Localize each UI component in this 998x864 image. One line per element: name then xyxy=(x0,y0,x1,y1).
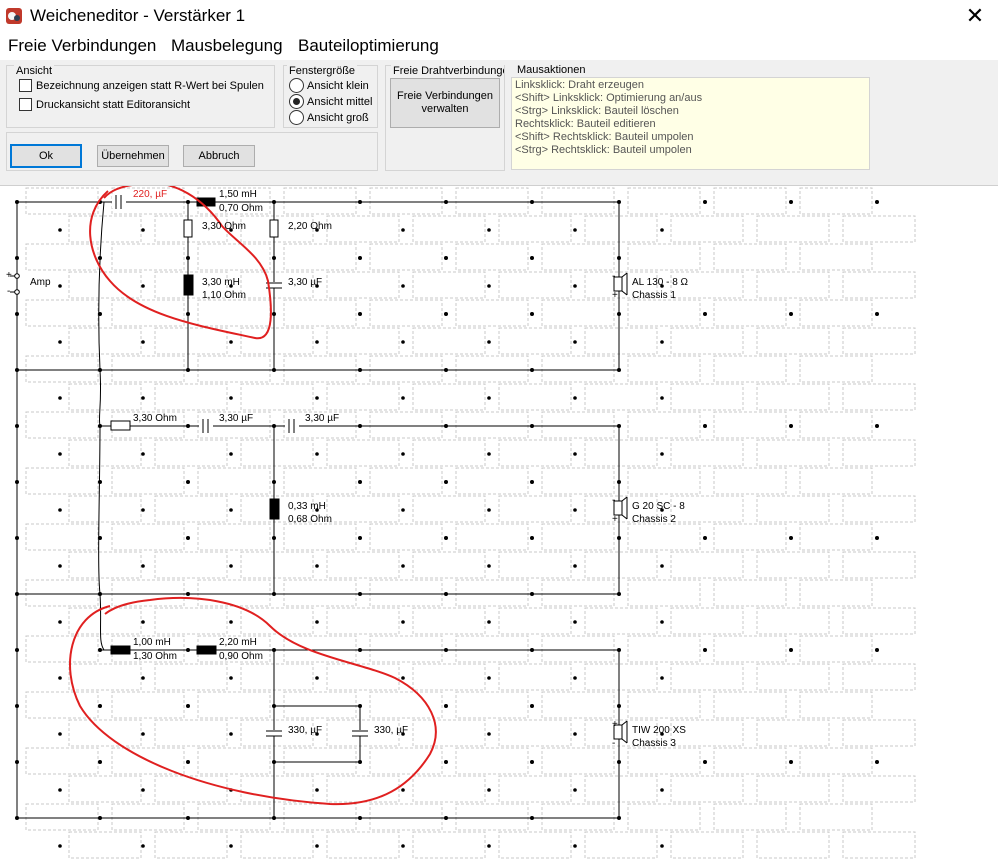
radio-dot[interactable] xyxy=(289,78,304,93)
inductor-l2-value[interactable]: 3,30 mH xyxy=(202,277,240,288)
manage-free-connections-button[interactable]: Freie Verbindungen verwalten xyxy=(390,78,500,128)
inductor-l1-value[interactable]: 1,50 mH xyxy=(219,189,257,200)
mouse-action-line: <Strg> Linksklick: Bauteil löschen xyxy=(515,105,679,117)
speaker-cone xyxy=(621,290,628,296)
apply-button[interactable]: Übernehmen xyxy=(97,145,169,167)
speaker-cone xyxy=(621,738,628,744)
inductor-l4-resistance[interactable]: 1,30 Ohm xyxy=(133,651,177,662)
checkbox-label: Bezeichnung anzeigen statt R-Wert bei Sp… xyxy=(36,79,264,92)
amp-terminal xyxy=(14,289,20,295)
amp-label: Amp xyxy=(30,277,51,288)
inductor-l5-resistance[interactable]: 0,90 Ohm xyxy=(219,651,263,662)
radio-label: Ansicht groß xyxy=(307,111,369,124)
checkbox-box[interactable] xyxy=(19,98,32,111)
capacitor-gap xyxy=(199,420,213,432)
schematic-canvas[interactable]: Amp + - 220, µF 1,50 mH 0,70 Ohm 3,30 Oh… xyxy=(0,186,998,864)
close-button[interactable]: ✕ xyxy=(952,0,998,33)
window-size-group: Fenstergröße Ansicht klein Ansicht mitte… xyxy=(283,65,378,128)
inductor-l5-value[interactable]: 2,20 mH xyxy=(219,637,257,648)
inductor-symbol[interactable] xyxy=(196,645,217,655)
chassis2-plus: + xyxy=(612,514,618,525)
inductor-l2-resistance[interactable]: 1,10 Ohm xyxy=(202,290,246,301)
chassis1-label: Chassis 1 xyxy=(632,290,676,301)
resistor-r1-value[interactable]: 3,30 Ohm xyxy=(202,221,246,232)
inductor-symbol[interactable] xyxy=(110,645,131,655)
speaker-cone xyxy=(621,514,628,520)
capacitor-c3-value[interactable]: 3,30 µF xyxy=(219,413,253,424)
inductor-l1-resistance[interactable]: 0,70 Ohm xyxy=(219,203,263,214)
mouse-action-line: <Strg> Rechtsklick: Bauteil umpolen xyxy=(515,144,692,156)
checkbox-label: Druckansicht statt Editoransicht xyxy=(36,98,191,111)
checkbox-box[interactable] xyxy=(19,79,32,92)
capacitor-c6-value[interactable]: 330, µF xyxy=(374,725,408,736)
resistor-symbol[interactable] xyxy=(110,420,131,431)
radio-label: Ansicht klein xyxy=(307,79,369,92)
ok-button[interactable]: Ok xyxy=(10,144,82,168)
app-icon xyxy=(6,8,22,24)
radio-view-large[interactable]: Ansicht groß xyxy=(289,110,369,125)
inductor-symbol[interactable] xyxy=(269,498,280,520)
capacitor-gap xyxy=(112,196,126,208)
print-view-checkbox[interactable]: Druckansicht statt Editoransicht xyxy=(19,98,190,111)
amp-plus: + xyxy=(6,270,12,281)
menu-bar: Freie Verbindungen Mausbelegung Bauteilo… xyxy=(0,33,998,60)
inductor-l3-value[interactable]: 0,33 mH xyxy=(288,501,326,512)
mouse-action-line: Linksklick: Draht erzeugen xyxy=(515,79,645,91)
chassis3-minus: - xyxy=(612,738,616,749)
annotation-circle-bottom xyxy=(69,597,437,806)
speaker-cone xyxy=(621,272,628,278)
radio-view-small[interactable]: Ansicht klein xyxy=(289,78,369,93)
window-title: Weicheneditor - Verstärker 1 xyxy=(30,6,246,25)
radio-dot[interactable] xyxy=(289,94,304,109)
inductor-symbol[interactable] xyxy=(183,274,194,296)
resistor-r3-value[interactable]: 3,30 Ohm xyxy=(133,413,177,424)
title-bar: Weicheneditor - Verstärker 1 ✕ xyxy=(0,0,998,33)
capacitor-gap xyxy=(285,420,299,432)
chassis2-minus: - xyxy=(612,495,616,506)
free-wire-title: Freie Drahtverbindungen xyxy=(391,65,504,77)
capacitor-c4-value[interactable]: 3,30 µF xyxy=(305,413,339,424)
chassis1-name[interactable]: AL 130 - 8 Ω xyxy=(632,277,688,288)
menu-component-optimization[interactable]: Bauteiloptimierung xyxy=(298,36,439,56)
chassis1-plus: + xyxy=(612,290,618,301)
mouse-actions-title: Mausaktionen xyxy=(515,64,588,76)
resistor-r2-value[interactable]: 2,20 Ohm xyxy=(288,221,332,232)
chassis2-name[interactable]: G 20 SC - 8 xyxy=(632,501,688,512)
resistor-symbol[interactable] xyxy=(183,219,193,238)
chassis3-label: Chassis 3 xyxy=(632,738,676,749)
capacitor-c2-value[interactable]: 3,30 µF xyxy=(288,277,322,288)
capacitor-c5-value[interactable]: 330, µF xyxy=(288,725,322,736)
capacitor-c1-value[interactable]: 220, µF xyxy=(133,189,167,200)
speaker-cone xyxy=(621,720,628,726)
radio-dot[interactable] xyxy=(289,110,304,125)
chassis3-plus: + xyxy=(612,719,618,730)
window-size-title: Fenstergröße xyxy=(287,65,358,77)
radio-view-medium[interactable]: Ansicht mittel xyxy=(289,94,372,109)
menu-free-connections[interactable]: Freie Verbindungen xyxy=(8,36,156,56)
chassis2-label: Chassis 2 xyxy=(632,514,676,525)
chassis3-name[interactable]: TIW 200 XS xyxy=(632,725,688,736)
chassis1-minus: - xyxy=(612,271,616,282)
amp-minus: - xyxy=(7,286,11,297)
mouse-actions-info: Linksklick: Draht erzeugen <Shift> Links… xyxy=(511,77,870,170)
inductor-l4-value[interactable]: 1,00 mH xyxy=(133,637,171,648)
mouse-action-line: <Shift> Linksklick: Optimierung an/aus xyxy=(515,92,703,104)
mouse-action-line: <Shift> Rechtsklick: Bauteil umpolen xyxy=(515,131,694,143)
speaker-cone xyxy=(621,496,628,502)
circuit-drawing xyxy=(10,186,628,819)
free-wire-group: Freie Drahtverbindungen Freie Verbindung… xyxy=(385,65,505,171)
cancel-button[interactable]: Abbruch xyxy=(183,145,255,167)
resistor-symbol[interactable] xyxy=(269,219,279,238)
inductor-l3-resistance[interactable]: 0,68 Ohm xyxy=(288,514,332,525)
mouse-action-line: Rechtsklick: Bauteil editieren xyxy=(515,118,656,130)
amp-terminal xyxy=(14,273,20,279)
view-group: Ansicht Bezeichnung anzeigen statt R-Wer… xyxy=(6,65,275,128)
label-instead-checkbox[interactable]: Bezeichnung anzeigen statt R-Wert bei Sp… xyxy=(19,79,264,92)
radio-label: Ansicht mittel xyxy=(307,95,373,108)
view-group-title: Ansicht xyxy=(14,65,55,77)
menu-mouse-assignment[interactable]: Mausbelegung xyxy=(171,36,283,56)
